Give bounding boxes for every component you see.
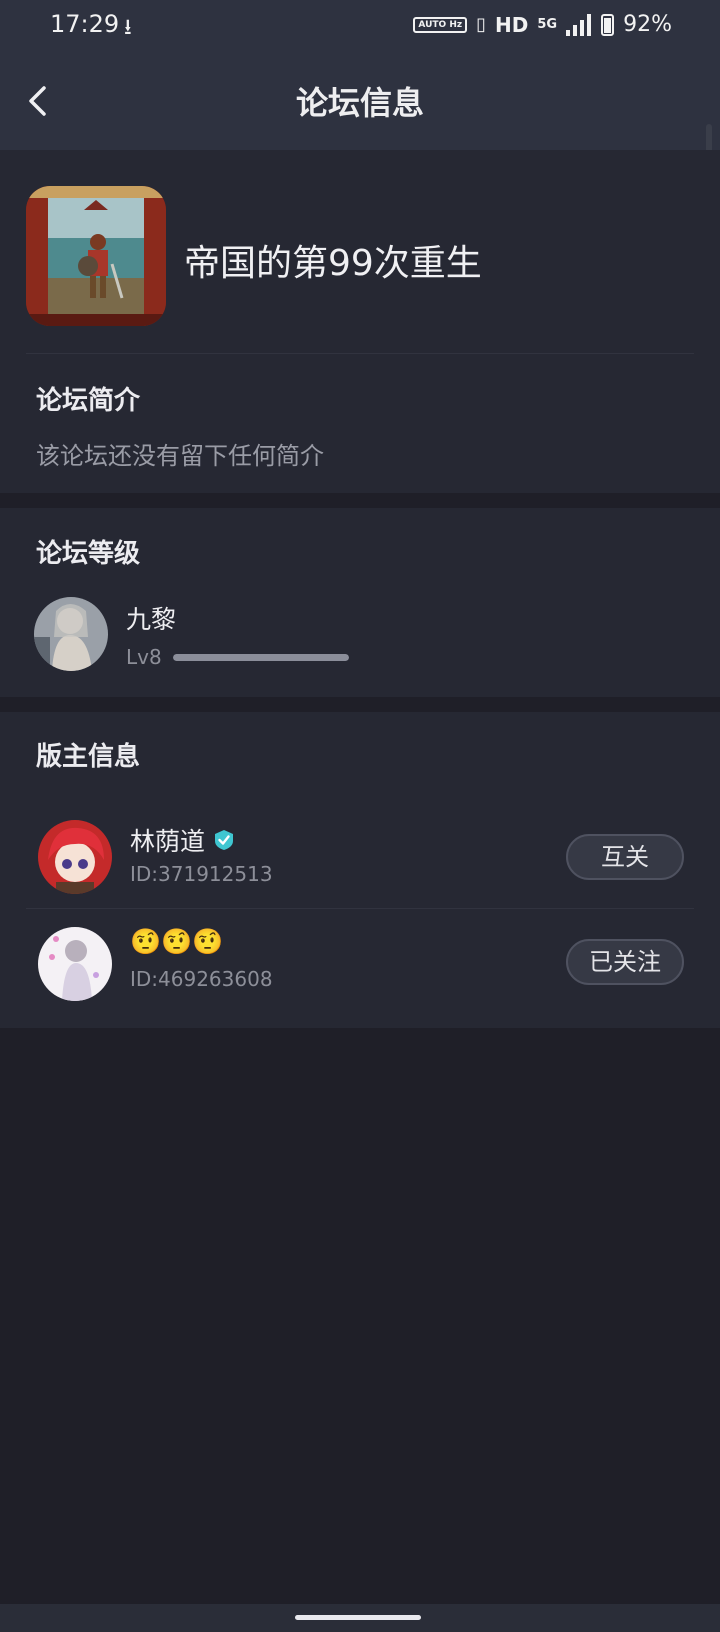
admin-row[interactable]: 🤨🤨🤨 ID:469263608 已关注 bbox=[0, 909, 720, 1023]
admin-id: ID:469263608 bbox=[130, 967, 273, 991]
status-bar: 17:29 ⭳ AUTO Hz ▯ HD 5G 92% bbox=[0, 0, 720, 50]
network-label: 5G bbox=[537, 16, 558, 32]
admin-row[interactable]: 林荫道 ID:371912513 互关 bbox=[0, 804, 720, 918]
battery-percent: 92% bbox=[623, 12, 672, 37]
app-bar: 论坛信息 bbox=[0, 50, 720, 150]
download-icon: ⭳ bbox=[124, 15, 132, 40]
level-label: Lv8 bbox=[126, 645, 162, 669]
hd-label: HD bbox=[495, 12, 529, 37]
forum-name: 帝国的第99次重生 bbox=[184, 243, 482, 284]
admin-name: 林荫道 bbox=[130, 822, 235, 858]
avatar[interactable] bbox=[38, 820, 112, 894]
intro-heading: 论坛简介 bbox=[36, 386, 141, 416]
signal-icon bbox=[566, 13, 592, 36]
battery-icon bbox=[601, 13, 615, 36]
admin-info-card: 版主信息 林荫道 ID:371912513 互关 🤨🤨🤨 ID:46926360… bbox=[0, 712, 720, 1028]
following-button[interactable]: 已关注 bbox=[566, 939, 684, 985]
forum-level-card: 论坛等级 九黎 Lv8 bbox=[0, 508, 720, 697]
admin-name: 🤨🤨🤨 bbox=[130, 927, 223, 957]
divider bbox=[26, 353, 694, 354]
status-time: 17:29 bbox=[50, 10, 120, 38]
level-user-name: 九黎 bbox=[126, 605, 177, 634]
auto-hz-icon: AUTO Hz bbox=[413, 16, 468, 33]
verified-icon bbox=[215, 830, 234, 850]
admin-heading: 版主信息 bbox=[36, 742, 141, 772]
vibrate-icon: ▯ bbox=[476, 14, 487, 35]
status-icons: AUTO Hz ▯ HD 5G 92% bbox=[413, 12, 672, 37]
home-indicator[interactable] bbox=[295, 1615, 421, 1620]
admin-id: ID:371912513 bbox=[130, 862, 273, 886]
avatar[interactable] bbox=[34, 597, 108, 671]
admin-name-text: 林荫道 bbox=[130, 827, 206, 856]
page-title: 论坛信息 bbox=[295, 84, 424, 122]
mutual-follow-button[interactable]: 互关 bbox=[566, 834, 684, 880]
admin-name-text: 🤨🤨🤨 bbox=[130, 927, 224, 956]
forum-cover-image bbox=[26, 186, 166, 326]
intro-text: 该论坛还没有留下任何简介 bbox=[36, 442, 324, 470]
level-progress-fill bbox=[173, 654, 349, 661]
forum-info-card: 帝国的第99次重生 论坛简介 该论坛还没有留下任何简介 bbox=[0, 150, 720, 493]
level-progress-bar bbox=[173, 654, 349, 661]
avatar[interactable] bbox=[38, 927, 112, 1001]
level-heading: 论坛等级 bbox=[36, 539, 141, 569]
